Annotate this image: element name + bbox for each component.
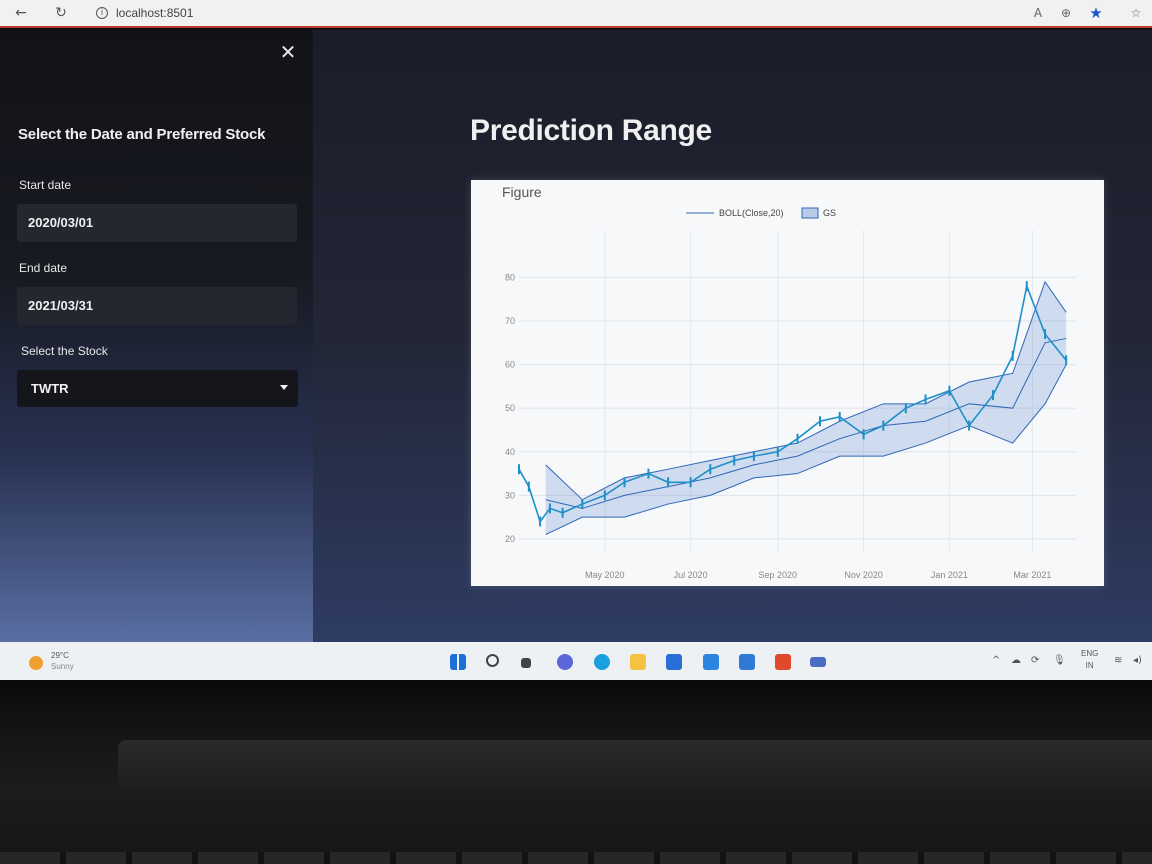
favorites-list-icon[interactable]: ☆	[1126, 3, 1146, 23]
edge-browser-icon[interactable]	[594, 654, 610, 670]
chat-icon[interactable]	[557, 654, 573, 670]
legend-gs-swatch	[801, 207, 819, 219]
x-tick-label: Mar 2021	[1013, 570, 1051, 580]
taskbar: 29°C Sunny ^ ☁ ⟳ 🎙 ENG IN ≋ ◂)	[0, 642, 1152, 680]
x-tick-label: Jul 2020	[674, 570, 708, 580]
chart-svg: 20 30 40 50 60 70 80 May 2020 Jul 2020 Sep 2020 No…	[505, 207, 1076, 580]
linkedin-icon[interactable]	[703, 654, 719, 670]
y-tick-label: 80	[505, 272, 515, 282]
speaker-icon[interactable]: ◂)	[1133, 655, 1142, 666]
store-icon[interactable]	[739, 654, 755, 670]
x-tick-label: Nov 2020	[844, 570, 883, 580]
stock-select-label: Select the Stock	[21, 344, 108, 358]
close-icon[interactable]: ✕	[278, 42, 298, 62]
zoom-icon[interactable]: ⊕	[1056, 3, 1076, 23]
sync-icon[interactable]: ⟳	[1031, 655, 1039, 666]
keyboard-edge	[0, 852, 1152, 864]
legend-boll-label: BOLL(Close,20)	[719, 208, 784, 218]
y-tick-label: 30	[505, 490, 515, 500]
url-text[interactable]: localhost:8501	[116, 6, 193, 20]
start-date-label: Start date	[19, 178, 72, 192]
x-tick-label: Sep 2020	[759, 570, 798, 580]
y-tick-label: 40	[505, 447, 515, 457]
microphone-icon[interactable]: 🎙	[1053, 655, 1066, 666]
office-icon[interactable]	[775, 654, 791, 670]
stock-select[interactable]: TWTR	[17, 370, 298, 407]
language-code: ENG	[1081, 649, 1099, 658]
chart-legend: BOLL(Close,20) GS	[686, 207, 836, 219]
sidebar-title: Select the Date and Preferred Stock	[18, 126, 266, 143]
screen: ← ↻ i localhost:8501 A ⊕ ★ ☆ ✕ Select th…	[0, 0, 1152, 864]
app-icon[interactable]	[810, 657, 826, 667]
legend-gs-label: GS	[823, 208, 836, 218]
search-icon[interactable]	[486, 654, 499, 667]
file-explorer-icon[interactable]	[630, 654, 646, 670]
arrow-left-icon[interactable]: ←	[12, 4, 30, 22]
task-view-icon[interactable]	[521, 658, 531, 668]
x-tick-label: Jan 2021	[931, 570, 968, 580]
read-aloud-icon[interactable]: A	[1028, 3, 1048, 23]
sidebar: ✕ Select the Date and Preferred Stock St…	[0, 30, 313, 642]
language-indicator[interactable]: ENG IN	[1081, 648, 1098, 672]
address-bar[interactable]: i localhost:8501	[96, 4, 193, 22]
page-title: Prediction Range	[470, 114, 712, 147]
favorite-star-icon[interactable]: ★	[1086, 3, 1106, 23]
y-tick-label: 20	[505, 534, 515, 544]
chart-card: 20 30 40 50 60 70 80 May 2020 Jul 2020 Sep 2020 No…	[471, 180, 1104, 586]
end-date-label: End date	[19, 261, 68, 275]
x-tick-label: May 2020	[585, 570, 625, 580]
y-tick-label: 60	[505, 360, 515, 370]
end-date-input[interactable]: 2021/03/31	[17, 287, 297, 325]
windows-start-icon[interactable]	[450, 654, 466, 670]
chevron-down-icon	[280, 385, 288, 390]
stock-select-value: TWTR	[31, 381, 69, 396]
y-tick-label: 70	[505, 316, 515, 326]
cloud-icon[interactable]: ☁	[1011, 655, 1021, 666]
streamlit-app: ✕ Select the Date and Preferred Stock St…	[0, 30, 1152, 642]
sun-icon[interactable]	[29, 656, 43, 670]
info-icon[interactable]: i	[96, 7, 108, 19]
region-code: IN	[1085, 661, 1094, 670]
refresh-icon[interactable]: ↻	[52, 4, 70, 22]
wifi-icon[interactable]: ≋	[1114, 655, 1122, 666]
browser-toolbar: ← ↻ i localhost:8501 A ⊕ ★ ☆	[0, 0, 1152, 28]
mail-icon[interactable]	[666, 654, 682, 670]
start-date-input[interactable]: 2020/03/01	[17, 204, 297, 242]
weather-temperature[interactable]: 29°C	[51, 651, 69, 660]
y-tick-label: 50	[505, 403, 515, 413]
chevron-up-icon[interactable]: ^	[992, 655, 1000, 666]
chart-title: Figure	[502, 184, 542, 200]
laptop-hinge	[118, 740, 1152, 790]
weather-condition[interactable]: Sunny	[51, 662, 74, 671]
